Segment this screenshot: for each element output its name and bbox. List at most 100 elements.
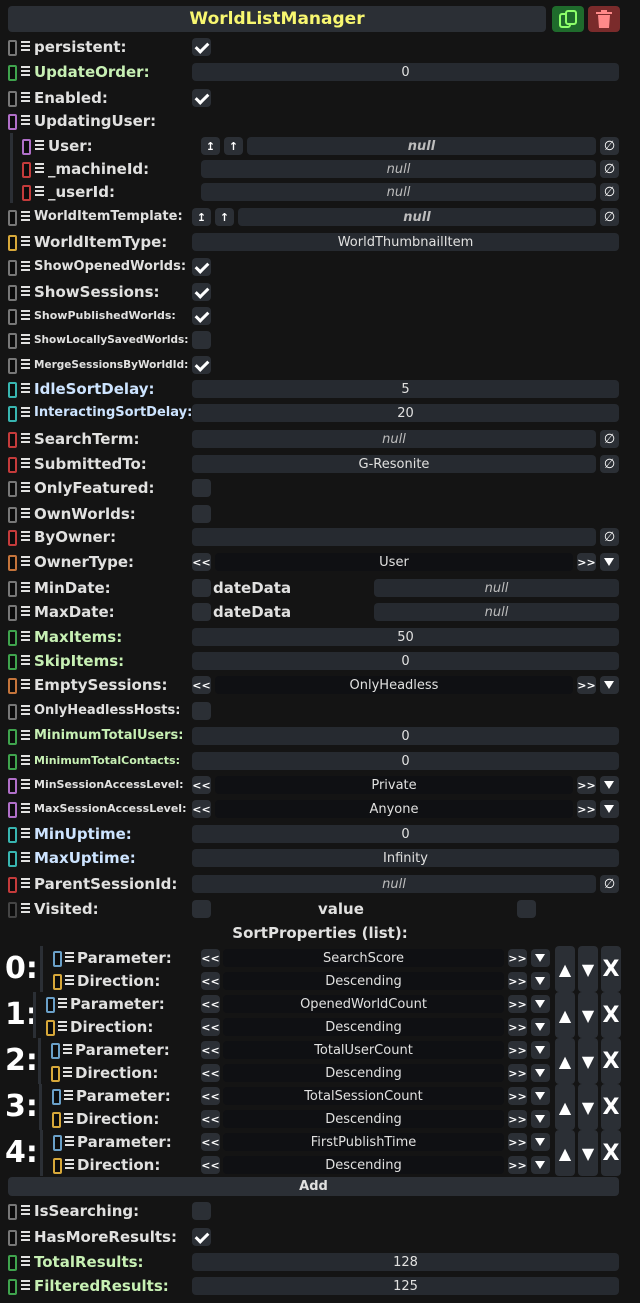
field-menu-icon[interactable] (21, 677, 30, 689)
driver-indicator[interactable] (8, 1255, 17, 1271)
sort-parameter-value[interactable]: SearchScore (223, 949, 504, 967)
driver-indicator[interactable] (8, 902, 17, 918)
driver-indicator[interactable] (8, 309, 17, 325)
driver-indicator[interactable] (52, 1112, 61, 1128)
move-down-button[interactable]: ▼ (578, 1130, 598, 1176)
driver-indicator[interactable] (8, 877, 17, 893)
driver-indicator[interactable] (53, 951, 62, 967)
driver-indicator[interactable] (22, 185, 31, 201)
remove-element-button[interactable]: X (601, 1084, 621, 1130)
sort-direction-value[interactable]: Descending (223, 1064, 504, 1082)
field-menu-icon[interactable] (63, 1065, 72, 1077)
field-menu-icon[interactable] (21, 728, 30, 740)
sort-parameter-prev-button[interactable]: << (201, 995, 220, 1013)
field-menu-icon[interactable] (21, 405, 30, 417)
driver-indicator[interactable] (51, 1066, 60, 1082)
field-menu-icon[interactable] (21, 381, 30, 393)
sort-direction-next-button[interactable]: >> (508, 1156, 527, 1174)
field-menu-icon[interactable] (21, 90, 30, 102)
driver-indicator[interactable] (8, 457, 17, 473)
sort-parameter-value[interactable]: FirstPublishTime (223, 1133, 504, 1151)
field-menu-icon[interactable] (65, 1134, 74, 1146)
sort-direction-next-button[interactable]: >> (508, 972, 527, 990)
machine-id-null-button[interactable]: ∅ (600, 160, 619, 178)
submitted-to-input[interactable]: G-Resonite (192, 455, 596, 473)
max-date-value[interactable]: null (374, 603, 619, 621)
world-item-template-up-button[interactable]: ↑ (215, 208, 234, 226)
by-owner-input[interactable] (192, 528, 596, 546)
field-menu-icon[interactable] (21, 753, 30, 765)
user-id-value[interactable]: null (201, 183, 596, 201)
field-menu-icon[interactable] (21, 64, 30, 76)
field-menu-icon[interactable] (35, 161, 44, 173)
search-term-input[interactable]: null (192, 430, 596, 448)
field-menu-icon[interactable] (21, 1203, 30, 1215)
owner-type-prev-button[interactable]: << (192, 553, 211, 571)
field-menu-icon[interactable] (21, 777, 30, 789)
show-locally-saved-worlds-checkbox[interactable] (192, 331, 211, 349)
user-value[interactable]: null (247, 137, 596, 155)
persistent-checkbox[interactable] (192, 38, 211, 56)
sort-direction-next-button[interactable]: >> (508, 1064, 527, 1082)
sort-parameter-prev-button[interactable]: << (201, 1087, 220, 1105)
field-menu-icon[interactable] (21, 113, 30, 125)
sort-direction-value[interactable]: Descending (223, 972, 504, 990)
sort-direction-dropdown-icon[interactable] (531, 972, 550, 990)
max-uptime-input[interactable]: Infinity (192, 849, 619, 867)
machine-id-value[interactable]: null (201, 160, 596, 178)
driver-indicator[interactable] (8, 778, 17, 794)
max-access-value[interactable]: Anyone (215, 800, 573, 818)
field-menu-icon[interactable] (21, 506, 30, 518)
driver-indicator[interactable] (8, 754, 17, 770)
interacting-sort-delay-input[interactable]: 20 (192, 404, 619, 422)
driver-indicator[interactable] (8, 406, 17, 422)
world-item-template-value[interactable]: null (238, 208, 596, 226)
sort-direction-dropdown-icon[interactable] (531, 1110, 550, 1128)
visited-has-value-checkbox[interactable] (192, 900, 211, 918)
merge-sessions-by-world-id-checkbox[interactable] (192, 356, 211, 374)
remove-element-button[interactable]: X (601, 946, 621, 992)
driver-indicator[interactable] (8, 481, 17, 497)
field-menu-icon[interactable] (21, 850, 30, 862)
min-uptime-input[interactable]: 0 (192, 825, 619, 843)
driver-indicator[interactable] (22, 162, 31, 178)
sort-parameter-dropdown-icon[interactable] (531, 1133, 550, 1151)
user-reference-button[interactable]: ↥ (201, 137, 220, 155)
sort-direction-prev-button[interactable]: << (201, 1064, 220, 1082)
sort-parameter-prev-button[interactable]: << (201, 1041, 220, 1059)
duplicate-component-button[interactable] (552, 6, 584, 32)
driver-indicator[interactable] (8, 605, 17, 621)
field-menu-icon[interactable] (21, 259, 30, 271)
owner-type-value[interactable]: User (215, 553, 573, 571)
sort-parameter-dropdown-icon[interactable] (531, 995, 550, 1013)
sort-parameter-next-button[interactable]: >> (508, 1041, 527, 1059)
sort-direction-value[interactable]: Descending (223, 1156, 504, 1174)
empty-sessions-next-button[interactable]: >> (577, 676, 596, 694)
driver-indicator[interactable] (8, 802, 17, 818)
world-item-template-null-button[interactable]: ∅ (600, 208, 619, 226)
skip-items-input[interactable]: 0 (192, 652, 619, 670)
driver-indicator[interactable] (52, 1089, 61, 1105)
driver-indicator[interactable] (8, 210, 17, 226)
sort-parameter-next-button[interactable]: >> (508, 1087, 527, 1105)
sort-parameter-next-button[interactable]: >> (508, 995, 527, 1013)
field-menu-icon[interactable] (65, 950, 74, 962)
driver-indicator[interactable] (8, 507, 17, 523)
driver-indicator[interactable] (8, 851, 17, 867)
driver-indicator[interactable] (8, 1204, 17, 1220)
sort-parameter-prev-button[interactable]: << (201, 949, 220, 967)
move-up-button[interactable]: ▲ (555, 1130, 575, 1176)
empty-sessions-dropdown-icon[interactable] (600, 676, 619, 694)
sort-parameter-dropdown-icon[interactable] (531, 1041, 550, 1059)
sort-parameter-value[interactable]: OpenedWorldCount (223, 995, 504, 1013)
sort-parameter-prev-button[interactable]: << (201, 1133, 220, 1151)
field-menu-icon[interactable] (58, 996, 67, 1008)
driver-indicator[interactable] (53, 1135, 62, 1151)
owner-type-dropdown-icon[interactable] (600, 553, 619, 571)
sort-direction-next-button[interactable]: >> (508, 1110, 527, 1128)
min-date-has-value-checkbox[interactable] (192, 579, 211, 597)
driver-indicator[interactable] (8, 729, 17, 745)
driver-indicator[interactable] (8, 40, 17, 56)
move-down-button[interactable]: ▼ (578, 1084, 598, 1130)
field-menu-icon[interactable] (21, 332, 30, 344)
